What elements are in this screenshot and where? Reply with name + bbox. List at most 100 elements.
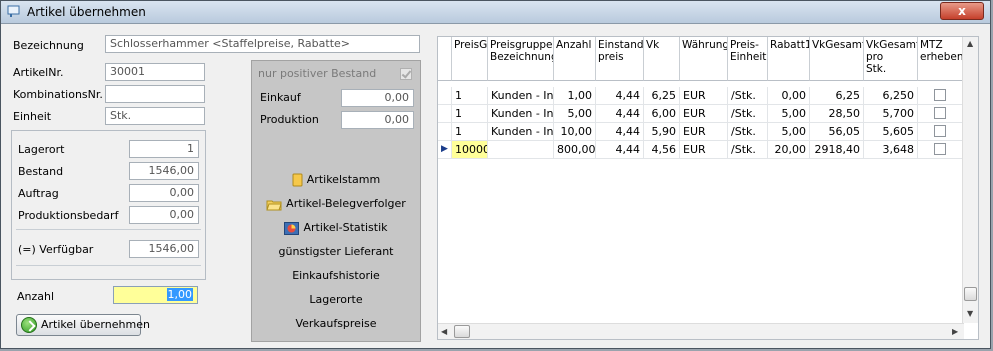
table-cell[interactable]: EUR [680, 87, 728, 105]
artikelnr-field[interactable]: 30001 [105, 63, 205, 81]
table-cell[interactable]: EUR [680, 141, 728, 159]
bestand-group: Lagerort 1 Bestand 1546,00 Auftrag 0,00 … [11, 130, 206, 280]
artikelstamm-link[interactable]: Artikelstamm [252, 173, 420, 187]
positive-bestand-label: nur positiver Bestand [258, 67, 377, 80]
positive-bestand-checkbox[interactable] [400, 68, 412, 80]
table-cell[interactable]: 4,44 [596, 141, 644, 159]
scroll-down-icon[interactable]: ▼ [967, 309, 973, 318]
mtz-checkbox-cell[interactable] [918, 123, 964, 141]
table-cell[interactable]: EUR [680, 105, 728, 123]
column-header[interactable]: Preisgruppe Bezeichnung [488, 37, 554, 81]
column-header[interactable]: Anzahl [554, 37, 596, 81]
column-header[interactable]: Preis- Einheit [728, 37, 768, 81]
horizontal-scroll-thumb[interactable] [454, 325, 470, 338]
table-cell[interactable]: /Stk. [728, 123, 768, 141]
table-cell[interactable]: Kunden - Inland [488, 123, 554, 141]
scroll-right-icon[interactable]: ▶ [952, 327, 958, 336]
column-header[interactable]: PreisGr [452, 37, 488, 81]
bezeichnung-field[interactable]: Schlosserhammer <Staffelpreise, Rabatte> [105, 35, 420, 53]
table-cell[interactable]: 5,00 [768, 123, 810, 141]
table-cell[interactable] [488, 141, 554, 159]
table-cell[interactable]: 4,44 [596, 123, 644, 141]
table-cell[interactable]: 3,648 [864, 141, 918, 159]
lagerort-field[interactable]: 1 [129, 140, 199, 158]
table-cell[interactable]: 800,00 [554, 141, 596, 159]
table-cell[interactable]: 10,00 [554, 123, 596, 141]
row-indicator[interactable]: ▶ [438, 141, 452, 159]
price-grid[interactable]: PreisGr Preisgruppe Bezeichnung Anzahl Eins… [437, 36, 979, 340]
scroll-left-icon[interactable]: ◀ [441, 327, 447, 336]
einheit-field[interactable]: Stk. [105, 107, 205, 125]
column-header[interactable]: VkGesamt [810, 37, 864, 81]
table-cell[interactable]: 1 [452, 105, 488, 123]
column-header[interactable]: Einstands preis [596, 37, 644, 81]
table-cell[interactable]: 5,00 [768, 105, 810, 123]
vertical-scrollbar[interactable]: ▲ ▼ [962, 37, 978, 323]
mtz-checkbox-cell[interactable] [918, 141, 964, 159]
row-indicator[interactable] [438, 87, 452, 105]
column-header[interactable]: VkGesamt pro Stk. [864, 37, 918, 81]
auftrag-label: Auftrag [18, 187, 59, 200]
column-header[interactable]: MTZ erheben [918, 37, 964, 81]
mtz-checkbox[interactable] [934, 89, 946, 101]
anzahl-label: Anzahl [17, 290, 55, 303]
mtz-checkbox[interactable] [934, 125, 946, 137]
row-indicator[interactable] [438, 123, 452, 141]
einkaufshistorie-link[interactable]: Einkaufshistorie [252, 269, 420, 282]
table-cell[interactable]: 4,56 [644, 141, 680, 159]
close-button[interactable]: x [940, 2, 984, 20]
produktion-field: 0,00 [341, 111, 414, 129]
table-cell[interactable]: EUR [680, 123, 728, 141]
table-cell[interactable]: 0,00 [768, 87, 810, 105]
table-cell[interactable]: 20,00 [768, 141, 810, 159]
table-cell[interactable]: 6,25 [810, 87, 864, 105]
belegverfolger-link[interactable]: Artikel-Belegverfolger [252, 197, 420, 211]
horizontal-scrollbar[interactable]: ◀ ▶ [438, 323, 964, 339]
column-header[interactable]: Währung [680, 37, 728, 81]
table-cell[interactable]: 5,90 [644, 123, 680, 141]
table-cell[interactable]: 6,00 [644, 105, 680, 123]
table-cell[interactable]: /Stk. [728, 141, 768, 159]
produktionsbedarf-label: Produktionsbedarf [18, 209, 119, 222]
scroll-up-icon[interactable]: ▲ [967, 39, 973, 48]
mtz-checkbox[interactable] [934, 143, 946, 155]
mtz-checkbox[interactable] [934, 107, 946, 119]
table-cell[interactable]: 6,250 [864, 87, 918, 105]
guenstigster-lieferant-link[interactable]: günstigster Lieferant [252, 245, 420, 258]
table-cell[interactable]: 56,05 [810, 123, 864, 141]
produktion-label: Produktion [260, 113, 319, 126]
row-indicator[interactable] [438, 105, 452, 123]
table-cell[interactable]: 6,25 [644, 87, 680, 105]
table-cell[interactable]: 2918,40 [810, 141, 864, 159]
title-bar: Artikel übernehmen x [1, 1, 990, 24]
mtz-checkbox-cell[interactable] [918, 87, 964, 105]
table-cell[interactable]: 1,00 [554, 87, 596, 105]
lagerorte-link[interactable]: Lagerorte [252, 293, 420, 306]
artikel-uebernehmen-button[interactable]: Artikel übernehmen [16, 314, 150, 336]
column-header[interactable]: Rabatt1 [768, 37, 810, 81]
table-cell[interactable]: 28,50 [810, 105, 864, 123]
table-cell[interactable]: /Stk. [728, 105, 768, 123]
table-cell[interactable]: /Stk. [728, 87, 768, 105]
table-cell[interactable]: 5,605 [864, 123, 918, 141]
table-cell[interactable]: 5,00 [554, 105, 596, 123]
column-header[interactable]: Vk [644, 37, 680, 81]
table-cell[interactable]: 1 [452, 123, 488, 141]
vertical-scroll-thumb[interactable] [964, 287, 977, 301]
table-cell[interactable]: 4,44 [596, 87, 644, 105]
mtz-checkbox-cell[interactable] [918, 105, 964, 123]
table-cell[interactable]: Kunden - Inland [488, 87, 554, 105]
anzahl-field[interactable]: 1,00 [113, 286, 198, 304]
verkaufspreise-link[interactable]: Verkaufspreise [252, 317, 420, 330]
table-cell[interactable]: 1 [452, 87, 488, 105]
book-icon [292, 173, 303, 187]
table-cell[interactable]: 4,44 [596, 105, 644, 123]
divider [16, 265, 201, 266]
table-cell[interactable]: Kunden - Inland [488, 105, 554, 123]
table-cell[interactable]: 5,700 [864, 105, 918, 123]
einkauf-label: Einkauf [260, 91, 301, 104]
table-cell[interactable]: 10000 [452, 141, 488, 159]
kombinationsnr-field[interactable] [105, 85, 205, 103]
window-title: Artikel übernehmen [27, 5, 146, 19]
artikel-statistik-link[interactable]: Artikel-Statistik [252, 221, 420, 235]
